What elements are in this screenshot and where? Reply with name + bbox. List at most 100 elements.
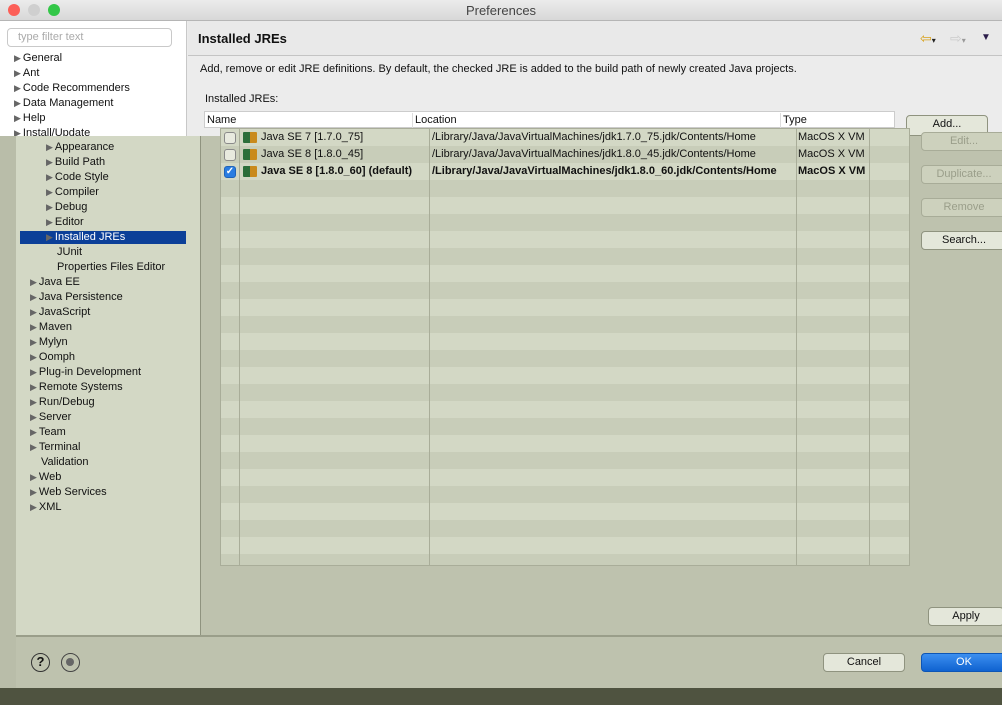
expand-arrow-icon[interactable]: ▶ [30, 277, 37, 287]
expand-arrow-icon[interactable]: ▶ [46, 217, 53, 227]
expand-arrow-icon[interactable]: ▶ [14, 83, 21, 93]
table-row[interactable] [221, 520, 909, 537]
duplicate-button[interactable]: Duplicate... [921, 165, 1002, 184]
expand-arrow-icon[interactable]: ▶ [30, 472, 37, 482]
expand-arrow-icon[interactable]: ▶ [30, 307, 37, 317]
table-row[interactable] [221, 469, 909, 486]
tree-item-code-recommenders[interactable]: ▶ Code Recommenders [14, 82, 130, 95]
tree-item-java-persistence[interactable]: ▶ Java Persistence [30, 291, 123, 304]
tree-item-build-path[interactable]: ▶ Build Path [46, 156, 105, 169]
remove-button[interactable]: Remove [921, 198, 1002, 217]
expand-arrow-icon[interactable]: ▶ [14, 98, 21, 108]
tree-item-java-ee[interactable]: ▶ Java EE [30, 276, 80, 289]
tree-item-team[interactable]: ▶ Team [30, 426, 66, 439]
table-row[interactable] [221, 180, 909, 197]
tree-item-properties-files-editor[interactable]: Properties Files Editor [46, 261, 165, 274]
table-row[interactable] [221, 554, 909, 565]
table-row[interactable] [221, 401, 909, 418]
table-row[interactable] [221, 486, 909, 503]
expand-arrow-icon[interactable]: ▶ [14, 53, 21, 63]
expand-arrow-icon[interactable]: ▶ [30, 442, 37, 452]
expand-arrow-icon[interactable]: ▶ [30, 292, 37, 302]
tree-item-mylyn[interactable]: ▶ Mylyn [30, 336, 68, 349]
filter-input[interactable]: type filter text [7, 28, 172, 47]
expand-arrow-icon[interactable]: ▶ [30, 367, 37, 377]
zoom-window-button[interactable] [48, 4, 60, 16]
table-row[interactable] [221, 231, 909, 248]
table-row[interactable]: Java SE 8 [1.8.0_45] /Library/Java/JavaVi… [221, 146, 909, 163]
tree-item-server[interactable]: ▶ Server [30, 411, 71, 424]
table-row[interactable] [221, 418, 909, 435]
default-jre-checkbox[interactable]: ✓ [224, 166, 236, 178]
tree-item-web[interactable]: ▶ Web [30, 471, 61, 484]
tree-item-javascript[interactable]: ▶ JavaScript [30, 306, 90, 319]
expand-arrow-icon[interactable]: ▶ [46, 142, 53, 152]
expand-arrow-icon[interactable]: ▶ [30, 412, 37, 422]
table-row[interactable] [221, 435, 909, 452]
cancel-button[interactable]: Cancel [823, 653, 905, 672]
tree-item-code-style[interactable]: ▶ Code Style [46, 171, 109, 184]
help-icon[interactable]: ? [31, 653, 50, 672]
tree-item-maven[interactable]: ▶ Maven [30, 321, 72, 334]
table-row[interactable] [221, 248, 909, 265]
table-row[interactable] [221, 384, 909, 401]
tree-item-web-services[interactable]: ▶ Web Services [30, 486, 107, 499]
table-row[interactable] [221, 299, 909, 316]
minimize-window-button[interactable] [28, 4, 40, 16]
tree-item-validation[interactable]: Validation [30, 456, 89, 469]
default-jre-checkbox[interactable] [224, 132, 236, 144]
expand-arrow-icon[interactable]: ▶ [46, 157, 53, 167]
table-row[interactable] [221, 197, 909, 214]
close-window-button[interactable] [8, 4, 20, 16]
tree-item-ant[interactable]: ▶ Ant [14, 67, 39, 80]
tree-item-debug[interactable]: ▶ Debug [46, 201, 87, 214]
import-export-icon[interactable] [61, 653, 80, 672]
table-row[interactable]: ✓ Java SE 8 [1.8.0_60] (default) /Library/… [221, 163, 909, 180]
tree-item-plug-in-development[interactable]: ▶ Plug-in Development [30, 366, 141, 379]
view-menu-icon[interactable]: ▼ [981, 32, 991, 43]
expand-arrow-icon[interactable]: ▶ [14, 113, 21, 123]
table-row[interactable] [221, 452, 909, 469]
table-row[interactable]: Java SE 7 [1.7.0_75] /Library/Java/JavaVi… [221, 129, 909, 146]
expand-arrow-icon[interactable]: ▶ [14, 68, 21, 78]
expand-arrow-icon[interactable]: ▶ [30, 322, 37, 332]
table-row[interactable] [221, 350, 909, 367]
expand-arrow-icon[interactable]: ▶ [30, 397, 37, 407]
table-row[interactable] [221, 214, 909, 231]
edit-button[interactable]: Edit... [921, 132, 1002, 151]
expand-arrow-icon[interactable]: ▶ [46, 187, 53, 197]
tree-item-oomph[interactable]: ▶ Oomph [30, 351, 75, 364]
table-row[interactable] [221, 537, 909, 554]
tree-item-remote-systems[interactable]: ▶ Remote Systems [30, 381, 123, 394]
tree-item-install-update[interactable]: ▶ Install/Update [14, 127, 90, 136]
jre-table[interactable]: Java SE 7 [1.7.0_75] /Library/Java/JavaVi… [220, 128, 910, 566]
expand-arrow-icon[interactable]: ▶ [14, 128, 21, 136]
tree-item-installed-jres[interactable]: ▶ Installed JREs [20, 231, 186, 244]
tree-item-appearance[interactable]: ▶ Appearance [46, 141, 114, 154]
column-type[interactable]: Type [780, 113, 807, 128]
table-row[interactable] [221, 333, 909, 350]
expand-arrow-icon[interactable]: ▶ [30, 487, 37, 497]
expand-arrow-icon[interactable]: ▶ [46, 202, 53, 212]
table-row[interactable] [221, 316, 909, 333]
apply-button[interactable]: Apply [928, 607, 1002, 626]
expand-arrow-icon[interactable]: ▶ [30, 502, 37, 512]
expand-arrow-icon[interactable]: ▶ [46, 172, 53, 182]
tree-item-xml[interactable]: ▶ XML [30, 501, 62, 514]
expand-arrow-icon[interactable]: ▶ [30, 427, 37, 437]
column-name[interactable]: Name [205, 113, 236, 128]
back-arrow-icon[interactable]: ⇦▾ [920, 30, 936, 47]
tree-item-junit[interactable]: JUnit [46, 246, 82, 259]
table-row[interactable] [221, 282, 909, 299]
tree-item-terminal[interactable]: ▶ Terminal [30, 441, 81, 454]
search-button[interactable]: Search... [921, 231, 1002, 250]
tree-item-compiler[interactable]: ▶ Compiler [46, 186, 99, 199]
tree-item-editor[interactable]: ▶ Editor [46, 216, 84, 229]
forward-arrow-icon[interactable]: ⇨▾ [950, 30, 966, 47]
table-row[interactable] [221, 265, 909, 282]
default-jre-checkbox[interactable] [224, 149, 236, 161]
table-row[interactable] [221, 367, 909, 384]
tree-item-help[interactable]: ▶ Help [14, 112, 46, 125]
expand-arrow-icon[interactable]: ▶ [30, 337, 37, 347]
expand-arrow-icon[interactable]: ▶ [30, 382, 37, 392]
